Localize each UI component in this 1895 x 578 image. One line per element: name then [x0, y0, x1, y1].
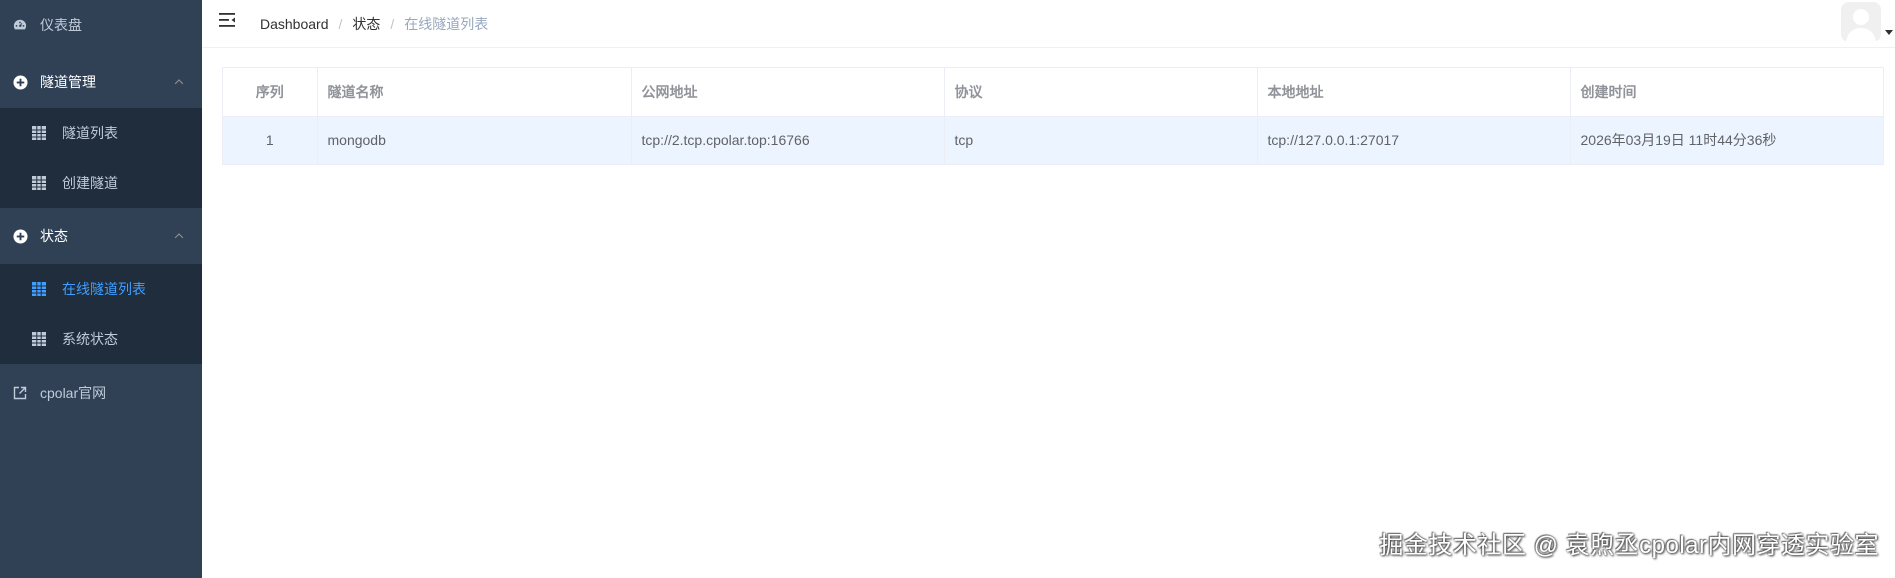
- watermark: 掘金技术社区 @ 袁煦丞cpolar内网穿透实验室: [1379, 532, 1879, 559]
- sidebar-item-label: 隧道管理: [40, 74, 96, 90]
- column-header: 协议: [944, 68, 1258, 117]
- sidebar-item-label: 仪表盘: [40, 17, 82, 33]
- sidebar-item-tunnel-management[interactable]: 隧道管理: [0, 56, 202, 108]
- table-header-row: 序列 隧道名称 公网地址 协议 本地地址 创建时间: [223, 68, 1883, 117]
- sidebar-item-dashboard[interactable]: 仪表盘: [0, 0, 202, 50]
- breadcrumb-current: 在线隧道列表: [404, 16, 489, 32]
- avatar[interactable]: [1841, 2, 1881, 42]
- sidebar-item-label: 隧道列表: [62, 125, 118, 141]
- column-header: 公网地址: [631, 68, 945, 117]
- submenu-tunnel-management: 隧道列表 创建隧道: [0, 108, 202, 208]
- breadcrumb-separator: /: [390, 16, 395, 32]
- sidebar-item-create-tunnel[interactable]: 创建隧道: [0, 158, 202, 208]
- cell-public-address: tcp://2.tcp.cpolar.top:16766: [631, 116, 945, 165]
- cell-protocol: tcp: [944, 116, 1258, 165]
- column-header: 隧道名称: [317, 68, 632, 117]
- cell-created-time: 2026年03月19日 11时44分36秒: [1570, 116, 1883, 165]
- dashboard-icon: [12, 17, 28, 33]
- breadcrumb: Dashboard / 状态 / 在线隧道列表: [260, 14, 488, 34]
- sidebar-item-cpolar-website[interactable]: cpolar官网: [0, 364, 202, 422]
- hamburger-icon[interactable]: [218, 11, 238, 31]
- breadcrumb-status[interactable]: 状态: [352, 14, 380, 34]
- table-icon: [32, 282, 46, 296]
- plus-circle-icon: [12, 228, 28, 244]
- table-icon: [32, 176, 46, 190]
- caret-down-icon[interactable]: [1885, 30, 1893, 35]
- sidebar-item-system-status[interactable]: 系统状态: [0, 314, 202, 364]
- column-header: 创建时间: [1570, 68, 1883, 117]
- submenu-status: 在线隧道列表 系统状态: [0, 264, 202, 364]
- table-icon: [32, 126, 46, 140]
- chevron-up-icon: [174, 233, 184, 242]
- navbar: Dashboard / 状态 / 在线隧道列表: [202, 0, 1895, 48]
- table-icon: [32, 332, 46, 346]
- sidebar-item-tunnel-list[interactable]: 隧道列表: [0, 108, 202, 158]
- sidebar-item-label: 系统状态: [62, 331, 118, 347]
- column-header: 本地地址: [1257, 68, 1571, 117]
- cell-tunnel-name: mongodb: [317, 116, 632, 165]
- sidebar-item-online-tunnels[interactable]: 在线隧道列表: [0, 264, 202, 314]
- chevron-up-icon: [174, 79, 184, 88]
- online-tunnels-table: 序列 隧道名称 公网地址 协议 本地地址 创建时间 1 mongodb tcp:…: [222, 67, 1884, 165]
- breadcrumb-separator: /: [338, 16, 343, 32]
- app-root: 仪表盘 隧道管理 隧道列表 创建隧道 状态 在线隧道列表 系统状态 cpolar…: [0, 0, 1895, 578]
- sidebar-item-label: cpolar官网: [40, 385, 107, 401]
- cell-local-address: tcp://127.0.0.1:27017: [1257, 116, 1571, 165]
- sidebar-item-status[interactable]: 状态: [0, 208, 202, 264]
- cell-index: 1: [223, 116, 318, 165]
- sidebar-item-label: 创建隧道: [62, 175, 118, 191]
- sidebar-item-label: 在线隧道列表: [62, 281, 146, 297]
- table-row[interactable]: 1 mongodb tcp://2.tcp.cpolar.top:16766 t…: [223, 116, 1883, 165]
- external-link-icon: [12, 385, 28, 401]
- sidebar-item-label: 状态: [40, 228, 68, 244]
- breadcrumb-dashboard[interactable]: Dashboard: [260, 16, 329, 32]
- column-header: 序列: [223, 68, 318, 117]
- plus-circle-icon: [12, 74, 28, 90]
- user-avatar-icon: [1841, 2, 1881, 42]
- sidebar: 仪表盘 隧道管理 隧道列表 创建隧道 状态 在线隧道列表 系统状态 cpolar…: [0, 0, 202, 578]
